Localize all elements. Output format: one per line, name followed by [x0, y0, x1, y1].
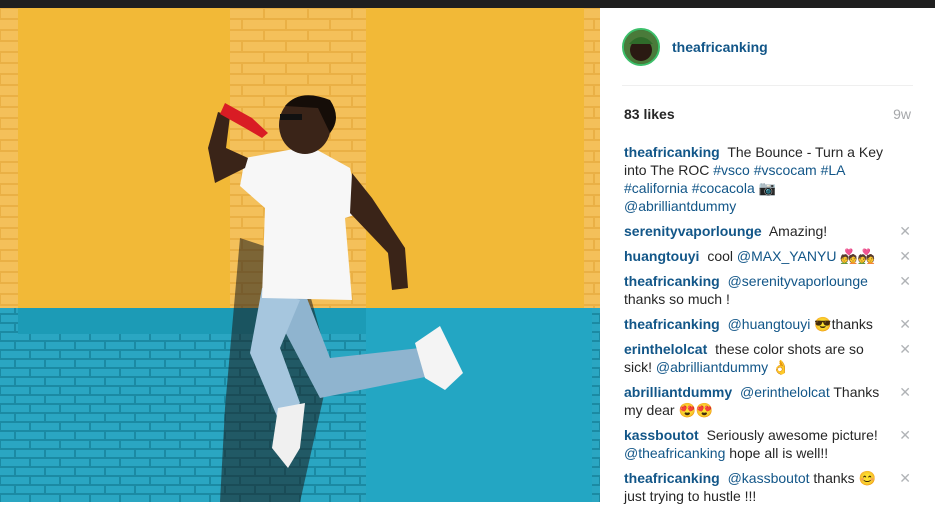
comment-text: Amazing!	[768, 223, 828, 239]
post-header: theafricanking	[622, 28, 768, 66]
delete-comment-icon[interactable]: ✕	[899, 383, 911, 401]
comment-item: huangtouyi cool @MAX_YANYU 💑💑 ✕	[624, 247, 914, 265]
caption-mention[interactable]: @abrilliantdummy	[624, 198, 736, 214]
comment-mention[interactable]: @theafricanking	[624, 445, 725, 461]
top-bar	[0, 0, 935, 8]
photo-image	[0, 8, 600, 502]
avatar-image	[624, 30, 658, 64]
comment-text: thanks	[831, 316, 873, 332]
ok-hand-emoji-icon: 👌	[772, 359, 790, 375]
comment-mention[interactable]: @abrilliantdummy	[656, 359, 768, 375]
author-username[interactable]: theafricanking	[672, 39, 768, 55]
couple-emoji-icon: 💑💑	[840, 248, 876, 264]
comment-username[interactable]: huangtouyi	[624, 248, 699, 264]
delete-comment-icon[interactable]: ✕	[899, 469, 911, 487]
camera-emoji-icon: 📷	[758, 180, 777, 196]
smile-emoji-icon: 😊	[858, 470, 876, 486]
comment-list: theafricanking The Bounce - Turn a Key i…	[624, 143, 914, 512]
delete-comment-icon[interactable]: ✕	[899, 340, 911, 358]
delete-comment-icon[interactable]: ✕	[899, 315, 911, 333]
comment-item: kassboutot Seriously awesome picture! @t…	[624, 426, 914, 462]
caption-username[interactable]: theafricanking	[624, 144, 720, 160]
likes-row: 83 likes 9w	[624, 106, 911, 122]
comment-item: serenityvaporlounge Amazing! ✕	[624, 222, 914, 240]
comment-item: theafricanking @serenityvaporlounge than…	[624, 272, 914, 308]
header-divider	[622, 85, 913, 86]
comment-username[interactable]: theafricanking	[624, 316, 720, 332]
post-age[interactable]: 9w	[893, 106, 911, 122]
delete-comment-icon[interactable]: ✕	[899, 426, 911, 444]
post-sidebar: theafricanking 83 likes 9w theafricankin…	[600, 8, 935, 504]
comment-text-continued: hope all is well!!	[729, 445, 829, 461]
comment-username[interactable]: theafricanking	[624, 273, 720, 289]
comment-username[interactable]: serenityvaporlounge	[624, 223, 762, 239]
delete-comment-icon[interactable]: ✕	[899, 272, 911, 290]
delete-comment-icon[interactable]: ✕	[899, 222, 911, 240]
heart-eyes-emoji-icon: 😍😍	[678, 402, 714, 418]
comment-text: cool	[707, 248, 734, 264]
comment-mention[interactable]: @kassboutot	[728, 470, 810, 486]
comment-item: erinthelolcat these color shots are so s…	[624, 340, 914, 376]
comment-username[interactable]: abrilliantdummy	[624, 384, 732, 400]
delete-comment-icon[interactable]: ✕	[899, 247, 911, 265]
comment-text: thanks	[813, 470, 855, 486]
comment-mention[interactable]: @erinthelolcat	[740, 384, 830, 400]
comment-mention[interactable]: @MAX_YANYU	[737, 248, 837, 264]
caption: theafricanking The Bounce - Turn a Key i…	[624, 143, 914, 215]
comment-username[interactable]: kassboutot	[624, 427, 699, 443]
author-avatar[interactable]	[622, 28, 660, 66]
comment-item: abrilliantdummy @erinthelolcat Thanks my…	[624, 383, 914, 419]
comment-username[interactable]: erinthelolcat	[624, 341, 707, 357]
likes-count[interactable]: 83 likes	[624, 106, 675, 122]
comment-text: Seriously awesome picture!	[706, 427, 878, 443]
comment-item: theafricanking @kassboutot thanks 😊 just…	[624, 469, 914, 505]
comment-mention[interactable]: @huangtouyi	[728, 316, 811, 332]
post-photo[interactable]	[0, 8, 600, 502]
comment-mention[interactable]: @serenityvaporlounge	[728, 273, 868, 289]
comment-item: theafricanking @huangtouyi 😎thanks ✕	[624, 315, 914, 333]
comment-username[interactable]: theafricanking	[624, 470, 720, 486]
comment-text: thanks so much !	[624, 291, 730, 307]
sunglasses-emoji-icon: 😎	[814, 316, 832, 332]
